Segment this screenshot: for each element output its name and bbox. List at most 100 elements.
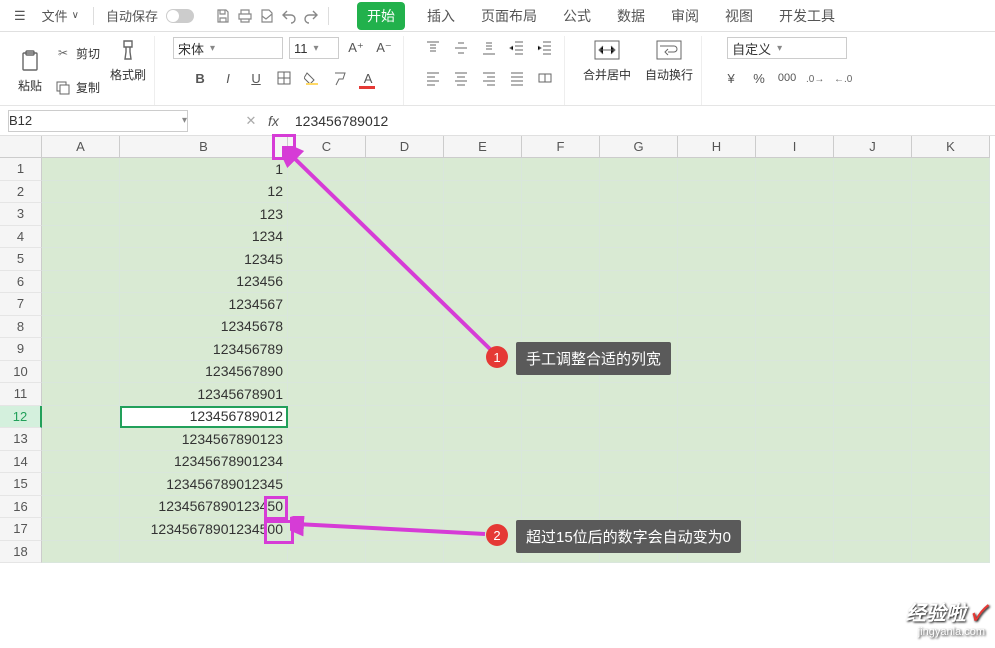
row-header[interactable]: 3 [0, 203, 42, 226]
col-header-B[interactable]: B [120, 136, 288, 158]
cell-G2[interactable] [600, 181, 678, 204]
cell-I6[interactable] [756, 271, 834, 294]
cell-D16[interactable] [366, 496, 444, 519]
cell-J1[interactable] [834, 158, 912, 181]
cell-J10[interactable] [834, 361, 912, 384]
print-icon[interactable] [236, 7, 254, 25]
row-header[interactable]: 18 [0, 541, 42, 564]
cell-K5[interactable] [912, 248, 990, 271]
cell-H12[interactable] [678, 406, 756, 429]
cell-J17[interactable] [834, 518, 912, 541]
row-header[interactable]: 16 [0, 496, 42, 519]
cell-H10[interactable] [678, 361, 756, 384]
cell-G11[interactable] [600, 383, 678, 406]
cell-I10[interactable] [756, 361, 834, 384]
cell-B16[interactable]: 1234567890123450 [120, 496, 288, 519]
col-header-J[interactable]: J [834, 136, 912, 158]
cell-G14[interactable] [600, 451, 678, 474]
col-header-K[interactable]: K [912, 136, 990, 158]
cell-J2[interactable] [834, 181, 912, 204]
cell-E11[interactable] [444, 383, 522, 406]
cell-A1[interactable] [42, 158, 120, 181]
cell-F14[interactable] [522, 451, 600, 474]
font-name-dropdown[interactable]: 宋体▾ [173, 37, 283, 59]
cell-F16[interactable] [522, 496, 600, 519]
cell-I8[interactable] [756, 316, 834, 339]
cell-C14[interactable] [288, 451, 366, 474]
cell-K13[interactable] [912, 428, 990, 451]
cell-K6[interactable] [912, 271, 990, 294]
cell-K1[interactable] [912, 158, 990, 181]
cell-J14[interactable] [834, 451, 912, 474]
row-header[interactable]: 2 [0, 181, 42, 204]
cell-K17[interactable] [912, 518, 990, 541]
justify-icon[interactable] [506, 67, 528, 89]
row-header[interactable]: 9 [0, 338, 42, 361]
cell-B9[interactable]: 123456789 [120, 338, 288, 361]
row-header[interactable]: 17 [0, 518, 42, 541]
cell-E13[interactable] [444, 428, 522, 451]
cell-K18[interactable] [912, 541, 990, 564]
row-header[interactable]: 5 [0, 248, 42, 271]
cell-J4[interactable] [834, 226, 912, 249]
cell-J3[interactable] [834, 203, 912, 226]
print-preview-icon[interactable] [258, 7, 276, 25]
cell-I18[interactable] [756, 541, 834, 564]
border-button[interactable] [273, 67, 295, 89]
increase-font-icon[interactable]: A⁺ [345, 37, 367, 59]
cell-D15[interactable] [366, 473, 444, 496]
row-header[interactable]: 15 [0, 473, 42, 496]
col-header-G[interactable]: G [600, 136, 678, 158]
cell-F4[interactable] [522, 226, 600, 249]
cell-A11[interactable] [42, 383, 120, 406]
cell-B5[interactable]: 12345 [120, 248, 288, 271]
cell-A14[interactable] [42, 451, 120, 474]
tab-insert[interactable]: 插入 [423, 2, 459, 30]
cell-B11[interactable]: 12345678901 [120, 383, 288, 406]
cell-K7[interactable] [912, 293, 990, 316]
file-menu[interactable]: 文件 ∨ [36, 4, 85, 27]
cell-F13[interactable] [522, 428, 600, 451]
tab-review[interactable]: 审阅 [667, 2, 703, 30]
cell-I12[interactable] [756, 406, 834, 429]
cell-B2[interactable]: 12 [120, 181, 288, 204]
cell-A10[interactable] [42, 361, 120, 384]
cell-C11[interactable] [288, 383, 366, 406]
cell-D12[interactable] [366, 406, 444, 429]
cell-I4[interactable] [756, 226, 834, 249]
cell-K11[interactable] [912, 383, 990, 406]
align-center-icon[interactable] [450, 67, 472, 89]
cell-F11[interactable] [522, 383, 600, 406]
cell-K10[interactable] [912, 361, 990, 384]
cell-D11[interactable] [366, 383, 444, 406]
cell-B17[interactable]: 12345678901234500 [120, 518, 288, 541]
italic-button[interactable]: I [217, 67, 239, 89]
currency-button[interactable]: ¥ [720, 67, 742, 89]
cell-K15[interactable] [912, 473, 990, 496]
cell-H9[interactable] [678, 338, 756, 361]
redo-icon[interactable] [302, 7, 320, 25]
undo-icon[interactable] [280, 7, 298, 25]
cell-J7[interactable] [834, 293, 912, 316]
number-format-dropdown[interactable]: 自定义▾ [727, 37, 847, 59]
copy-button[interactable]: 复制 [54, 79, 100, 97]
cell-A4[interactable] [42, 226, 120, 249]
save-icon[interactable] [214, 7, 232, 25]
cell-F6[interactable] [522, 271, 600, 294]
cell-G7[interactable] [600, 293, 678, 316]
cell-G1[interactable] [600, 158, 678, 181]
cell-C12[interactable] [288, 406, 366, 429]
cell-I17[interactable] [756, 518, 834, 541]
decrease-font-icon[interactable]: A⁻ [373, 37, 395, 59]
cell-J13[interactable] [834, 428, 912, 451]
row-header[interactable]: 12 [0, 406, 42, 429]
cancel-icon[interactable]: ✕ [242, 112, 260, 130]
wrap-text-button[interactable]: 自动换行 [645, 36, 693, 83]
underline-button[interactable]: U [245, 67, 267, 89]
col-header-H[interactable]: H [678, 136, 756, 158]
row-header[interactable]: 13 [0, 428, 42, 451]
cell-H5[interactable] [678, 248, 756, 271]
font-size-dropdown[interactable]: 11▾ [289, 37, 339, 59]
cell-D13[interactable] [366, 428, 444, 451]
app-menu-icon[interactable]: ☰ [8, 6, 32, 26]
